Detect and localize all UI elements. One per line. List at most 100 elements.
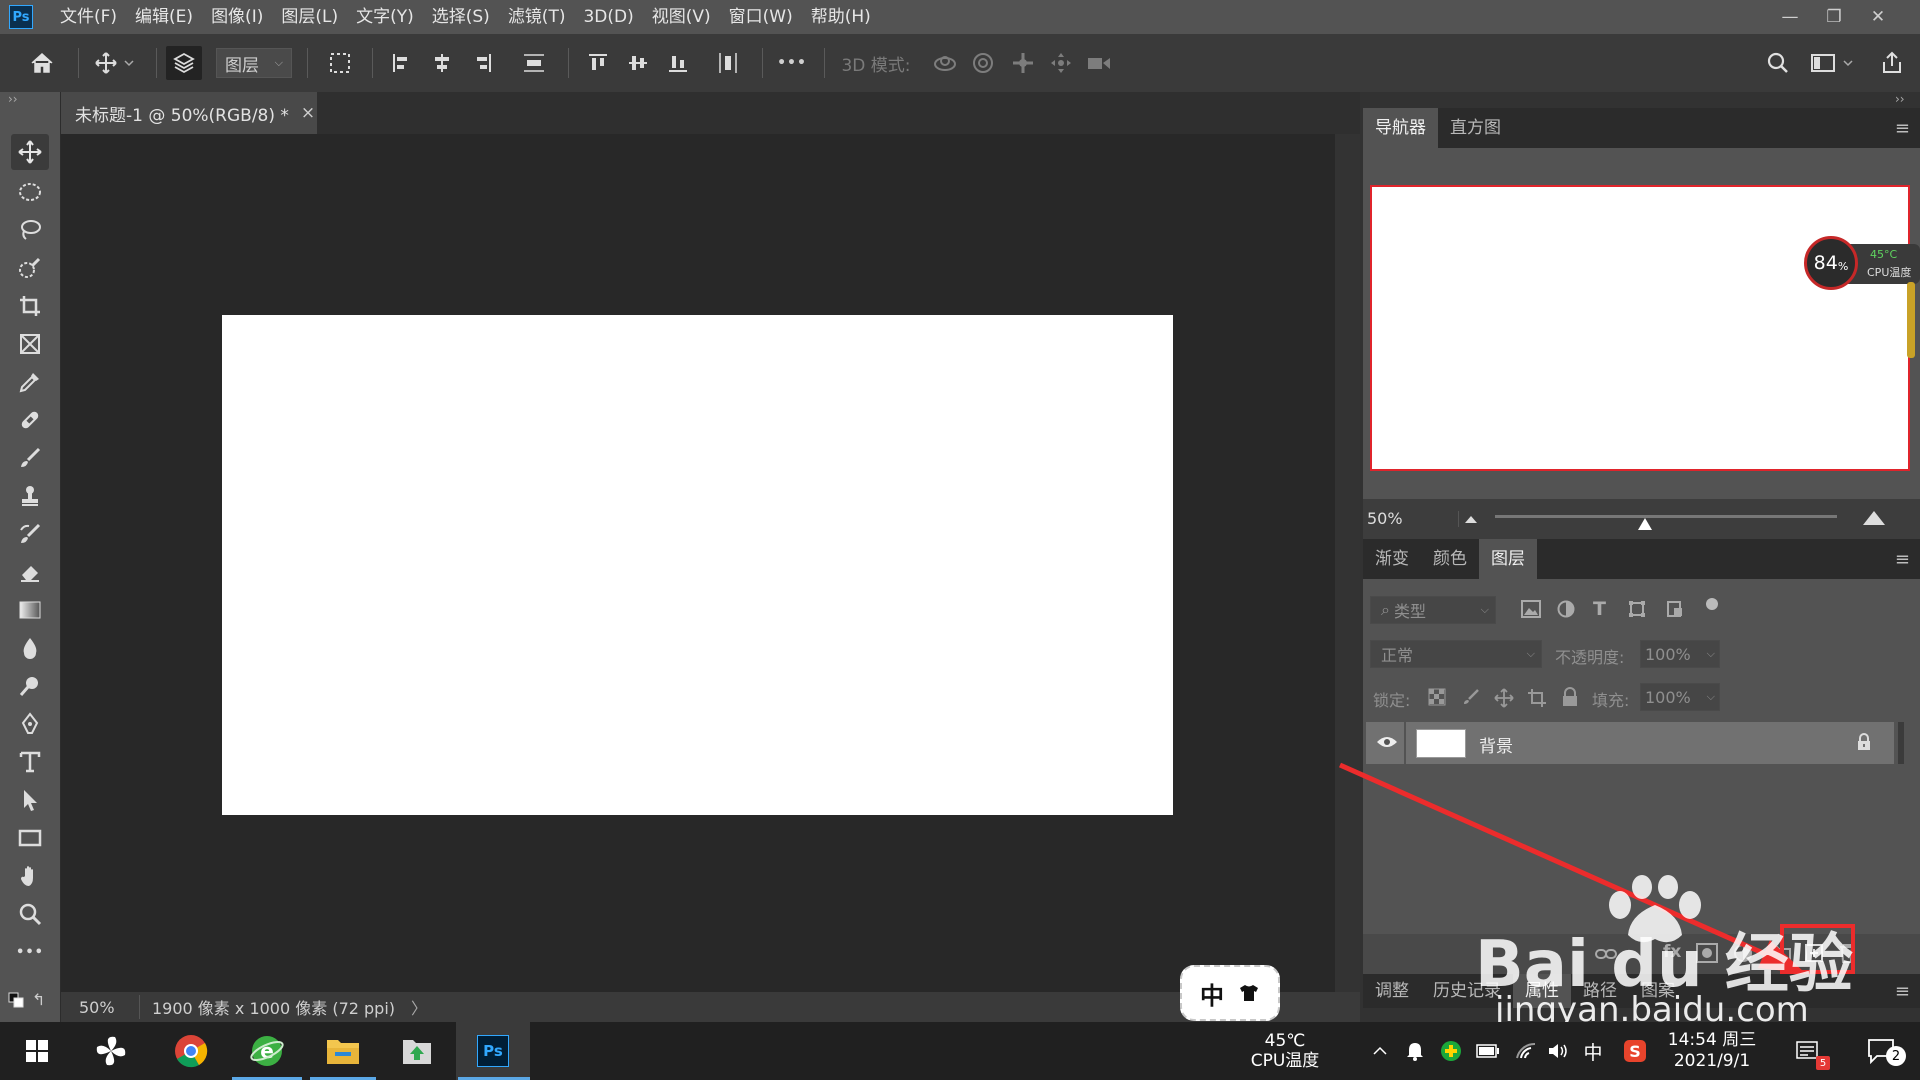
lock-position-icon[interactable] <box>1494 688 1514 708</box>
tab-navigator[interactable]: 导航器 <box>1363 108 1438 148</box>
tab-gradients[interactable]: 渐变 <box>1363 539 1421 579</box>
menu-window[interactable]: 窗口(W) <box>720 0 802 34</box>
align-bottom-icon[interactable] <box>660 34 696 92</box>
blend-mode-select[interactable]: 正常 ⌵ <box>1370 640 1542 668</box>
layer-visibility-eye-icon[interactable] <box>1376 734 1398 750</box>
filter-adjustment-icon[interactable] <box>1557 600 1575 618</box>
more-options-button[interactable]: ••• <box>772 34 812 92</box>
tab-layers[interactable]: 图层 <box>1479 539 1537 579</box>
menu-edit[interactable]: 编辑(E) <box>126 0 202 34</box>
type-tool-icon[interactable] <box>11 744 49 780</box>
3d-orbit-icon[interactable] <box>928 34 962 92</box>
hand-tool-icon[interactable] <box>11 858 49 894</box>
restore-button[interactable]: ❐ <box>1812 0 1856 34</box>
file-explorer-icon[interactable] <box>306 1022 380 1080</box>
move-tool-icon[interactable] <box>11 134 49 170</box>
pinwheel-app-icon[interactable] <box>74 1022 148 1080</box>
action-center-icon[interactable]: 2 <box>1858 1022 1906 1080</box>
filter-shape-icon[interactable] <box>1628 600 1646 618</box>
frame-icon[interactable] <box>11 326 49 362</box>
layer-lock-icon[interactable] <box>1856 733 1872 751</box>
photoshop-logo-icon[interactable]: Ps <box>9 5 33 29</box>
windows-start-icon[interactable] <box>0 1022 74 1080</box>
document-canvas[interactable] <box>222 315 1173 815</box>
photoshop-taskbar-icon[interactable]: Ps <box>456 1022 530 1080</box>
zoom-in-icon[interactable] <box>1861 507 1887 527</box>
share-icon[interactable] <box>1874 34 1910 92</box>
dodge-icon[interactable] <box>11 668 49 704</box>
3d-pan-icon[interactable] <box>1006 34 1040 92</box>
search-icon[interactable] <box>1760 34 1796 92</box>
navigator-zoom-slider[interactable] <box>1495 515 1837 518</box>
layer-name[interactable]: 背景 <box>1479 732 1513 757</box>
clone-stamp-icon[interactable] <box>11 478 49 514</box>
distribute-vertical-icon[interactable] <box>514 34 554 92</box>
rectangle-tool-icon[interactable] <box>11 820 49 856</box>
collapse-panels-icon[interactable]: ›› <box>1895 92 1905 106</box>
gradient-icon[interactable] <box>11 592 49 628</box>
lock-transparent-icon[interactable] <box>1428 688 1446 706</box>
battery-icon[interactable] <box>1474 1022 1502 1080</box>
lock-pixels-icon[interactable] <box>1462 688 1480 706</box>
layer-filter-select[interactable]: ⌕ 类型 ⌵ <box>1370 596 1496 624</box>
green-folder-app-icon[interactable] <box>380 1022 454 1080</box>
minimize-button[interactable]: — <box>1768 0 1812 34</box>
3d-camera-icon[interactable] <box>1082 34 1116 92</box>
ime-status-popup[interactable]: 中 <box>1180 965 1280 1021</box>
zoom-tool-icon[interactable] <box>11 896 49 932</box>
panel-menu-icon[interactable]: ≡ <box>1895 549 1910 570</box>
zoom-slider-thumb[interactable] <box>1637 517 1653 531</box>
healing-brush-icon[interactable] <box>11 402 49 438</box>
crop-icon[interactable] <box>11 288 49 324</box>
move-tool-preset-icon[interactable] <box>88 34 144 92</box>
pen-icon[interactable] <box>11 706 49 742</box>
status-zoom[interactable]: 50% <box>79 998 135 1017</box>
workspace-switcher-icon[interactable] <box>1806 34 1862 92</box>
lock-all-icon[interactable] <box>1561 687 1579 707</box>
align-left-icon[interactable] <box>384 34 420 92</box>
layer-select-dropdown[interactable]: 图层 ⌵ <box>214 34 294 92</box>
menu-type[interactable]: 文字(Y) <box>347 0 423 34</box>
path-selection-icon[interactable] <box>11 782 49 818</box>
navigator-preview[interactable] <box>1370 185 1910 471</box>
3d-slide-icon[interactable] <box>1044 34 1078 92</box>
align-right-icon[interactable] <box>464 34 500 92</box>
opacity-field[interactable]: 100% ⌵ <box>1640 640 1720 668</box>
message-center-icon[interactable]: 5 <box>1790 1022 1830 1080</box>
menu-view[interactable]: 视图(V) <box>643 0 720 34</box>
filter-pixel-icon[interactable] <box>1521 600 1541 618</box>
auto-select-checkbox-icon[interactable] <box>166 46 202 80</box>
sogou-ime-icon[interactable]: S <box>1620 1022 1650 1080</box>
quick-selection-icon[interactable] <box>11 250 49 286</box>
menu-image[interactable]: 图像(I) <box>202 0 272 34</box>
panel-menu-icon[interactable]: ≡ <box>1895 118 1910 139</box>
transform-controls-icon[interactable] <box>318 34 362 92</box>
filter-type-icon[interactable]: T <box>1593 598 1606 620</box>
tray-clock[interactable]: 14:54 周三 2021/9/1 <box>1662 1022 1762 1080</box>
fill-field[interactable]: 100% ⌵ <box>1640 683 1720 711</box>
layers-scrollbar[interactable] <box>1898 722 1904 764</box>
eyedropper-icon[interactable] <box>11 364 49 400</box>
brush-icon[interactable] <box>11 440 49 476</box>
tab-histogram[interactable]: 直方图 <box>1438 108 1513 148</box>
status-menu-arrow[interactable]: 〉 <box>411 995 427 1019</box>
3d-roll-icon[interactable] <box>966 34 1000 92</box>
default-colors-icon[interactable] <box>8 992 24 1008</box>
menu-select[interactable]: 选择(S) <box>423 0 499 34</box>
ie-browser-icon[interactable]: e <box>230 1022 304 1080</box>
history-brush-icon[interactable] <box>11 516 49 552</box>
panel-menu-icon[interactable]: ≡ <box>1895 981 1910 1002</box>
zoom-out-icon[interactable] <box>1463 511 1479 525</box>
eraser-icon[interactable] <box>11 554 49 590</box>
document-tab[interactable]: 未标题-1 @ 50%(RGB/8) * × <box>61 92 317 134</box>
collapse-toolbar-icon[interactable]: ›› <box>8 92 18 106</box>
align-middle-icon[interactable] <box>620 34 656 92</box>
edit-toolbar-icon[interactable]: ••• <box>11 934 49 970</box>
navigator-zoom-value[interactable]: 50% <box>1367 509 1403 528</box>
volume-icon[interactable] <box>1544 1022 1572 1080</box>
elliptical-marquee-icon[interactable] <box>11 174 49 210</box>
close-tab-icon[interactable]: × <box>301 103 315 123</box>
chrome-icon[interactable] <box>154 1022 228 1080</box>
wifi-icon[interactable] <box>1512 1022 1540 1080</box>
lock-artboard-icon[interactable] <box>1527 688 1547 708</box>
